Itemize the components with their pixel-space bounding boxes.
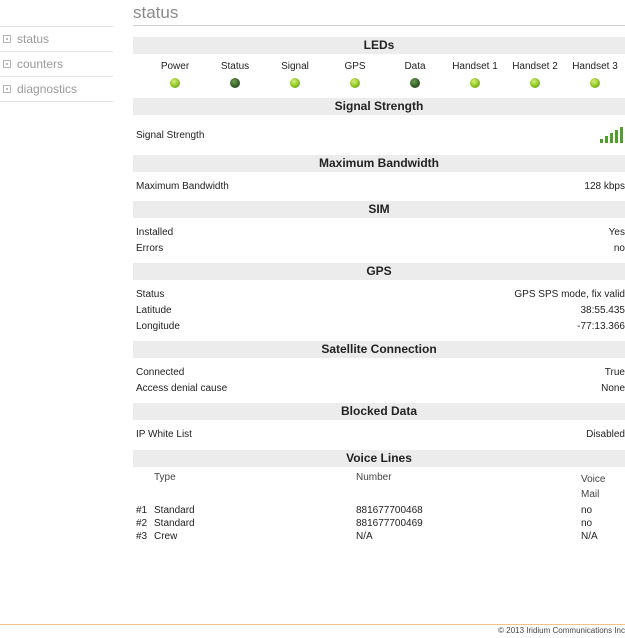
gps-row: Longitude -77:13.366 (133, 319, 625, 335)
led-signal: Signal (265, 54, 325, 98)
table-row: #2 Standard 881677700469 no (133, 517, 625, 530)
signal-strength-label: Signal Strength (136, 129, 205, 141)
satellite-row: Connected True (133, 365, 625, 381)
section-header-voice-lines: Voice Lines (133, 450, 625, 467)
led-label: Handset 2 (512, 61, 558, 72)
led-label: Status (220, 61, 250, 72)
row-value: True (604, 367, 625, 378)
led-status: Status (205, 54, 265, 98)
section-header-blocked-data: Blocked Data (133, 403, 625, 420)
led-indicator-icon (350, 78, 360, 88)
row-label: IP White List (136, 429, 192, 440)
line-voicemail: no (581, 505, 593, 516)
table-row: #3 Crew N/A N/A (133, 530, 625, 543)
status-content: LEDs Power Status Signal GPS Data Handse… (133, 37, 625, 543)
section-header-signal-strength: Signal Strength (133, 98, 625, 115)
voice-lines-header: Type Number Voice Mail (133, 472, 625, 504)
blocked-row: IP White List Disabled (133, 427, 625, 443)
column-header-number: Number (356, 472, 392, 483)
sidebar: status counters diagnostics (0, 26, 113, 102)
led-indicator-icon (170, 78, 180, 88)
row-label: Connected (136, 367, 185, 378)
led-gps: GPS (325, 54, 385, 98)
gps-row: Latitude 38:55.435 (133, 303, 625, 319)
line-number: N/A (356, 531, 373, 542)
led-indicator-icon (590, 78, 600, 88)
bandwidth-row: Maximum Bandwidth 128 kbps (133, 179, 625, 195)
row-value: Disabled (586, 429, 625, 440)
title-divider (133, 25, 625, 26)
row-label: Access denial cause (136, 383, 228, 394)
row-label: Installed (136, 227, 174, 238)
line-type: Crew (154, 531, 178, 542)
line-voicemail: no (581, 518, 593, 529)
line-number: 881677700468 (356, 505, 423, 516)
section-header-gps: GPS (133, 263, 625, 280)
led-indicator-icon (470, 78, 480, 88)
line-type: Standard (154, 518, 195, 529)
row-label: Latitude (136, 305, 172, 316)
column-header-voice-mail: Voice Mail (581, 474, 606, 500)
sidebar-item-label: status (17, 32, 50, 46)
led-handset-3: Handset 3 (565, 54, 625, 98)
section-header-max-bandwidth: Maximum Bandwidth (133, 155, 625, 172)
led-indicator-icon (410, 78, 420, 88)
section-header-leds: LEDs (133, 37, 625, 54)
page-title: status (133, 3, 179, 22)
row-value: 38:55.435 (580, 305, 625, 316)
led-label: Handset 1 (452, 61, 498, 72)
sidebar-item-label: diagnostics (17, 82, 78, 96)
section-header-satellite-connection: Satellite Connection (133, 341, 625, 358)
line-index: #2 (136, 518, 148, 529)
line-index: #1 (136, 505, 148, 516)
expand-icon (3, 60, 11, 68)
table-row: #1 Standard 881677700468 no (133, 504, 625, 517)
section-header-sim: SIM (133, 201, 625, 218)
sidebar-item-label: counters (17, 57, 64, 71)
row-value: no (613, 243, 625, 254)
row-value: None (601, 383, 625, 394)
led-label: Power (160, 61, 190, 72)
led-panel: Power Status Signal GPS Data Handset 1 H… (133, 54, 625, 98)
line-index: #3 (136, 531, 148, 542)
led-label: Signal (281, 61, 309, 72)
signal-strength-row: Signal Strength (133, 115, 625, 155)
led-indicator-icon (290, 78, 300, 88)
footer-divider (0, 624, 625, 625)
row-value: -77:13.366 (577, 321, 625, 332)
sidebar-item-diagnostics[interactable]: diagnostics (0, 76, 113, 102)
led-handset-1: Handset 1 (445, 54, 505, 98)
column-header-type: Type (154, 472, 176, 483)
sim-row: Installed Yes (133, 225, 625, 241)
led-handset-2: Handset 2 (505, 54, 565, 98)
line-voicemail: N/A (581, 531, 598, 542)
row-label: Longitude (136, 321, 180, 332)
line-number: 881677700469 (356, 518, 423, 529)
led-label: GPS (344, 61, 366, 72)
led-indicator-icon (230, 78, 240, 88)
led-indicator-icon (530, 78, 540, 88)
row-label: Status (136, 289, 165, 300)
signal-bars-icon (600, 127, 623, 143)
line-type: Standard (154, 505, 195, 516)
bandwidth-value: 128 kbps (584, 181, 625, 192)
led-data: Data (385, 54, 445, 98)
led-label: Data (404, 61, 426, 72)
led-power: Power (145, 54, 205, 98)
sim-row: Errors no (133, 241, 625, 257)
sidebar-item-counters[interactable]: counters (0, 51, 113, 76)
sidebar-item-status[interactable]: status (0, 26, 113, 51)
led-label: Handset 3 (572, 61, 618, 72)
row-value: Yes (608, 227, 625, 238)
row-value: GPS SPS mode, fix valid (514, 289, 625, 300)
expand-icon (3, 85, 11, 93)
bandwidth-label: Maximum Bandwidth (136, 181, 229, 192)
gps-row: Status GPS SPS mode, fix valid (133, 287, 625, 303)
footer-copyright: © 2013 Iridium Communications Inc (498, 626, 625, 635)
row-label: Errors (136, 243, 164, 254)
satellite-row: Access denial cause None (133, 381, 625, 397)
expand-icon (3, 35, 11, 43)
